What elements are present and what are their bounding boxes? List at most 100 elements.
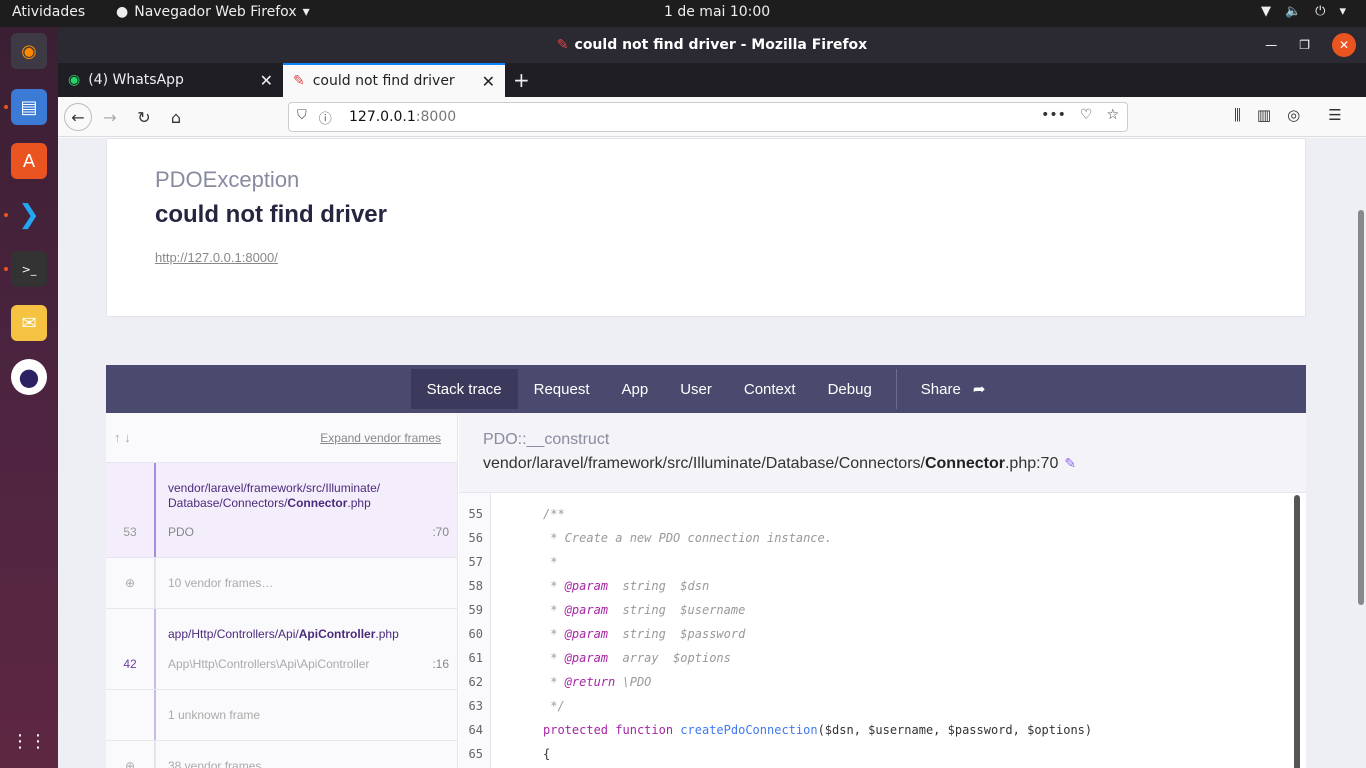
line-number: 63 [468,699,483,713]
maximize-icon[interactable]: ❐ [1299,38,1310,52]
tab-bar: ◉ (4) WhatsApp ✕ ✎ could not find driver… [58,63,1366,97]
activities-button[interactable]: Atividades [12,4,85,20]
running-indicator [4,105,8,109]
arrow-down-icon[interactable]: ↓ [124,430,131,445]
code-text: */ [543,699,565,713]
minimize-icon[interactable]: — [1265,38,1277,52]
tab-stack-trace[interactable]: Stack trace [410,369,518,409]
sidebar-icon[interactable]: ▥ [1257,106,1271,124]
code-line: 61 * @param array $options [459,651,1299,675]
code-text: * @param string $dsn [543,579,710,593]
tab-context[interactable]: Context [728,369,812,409]
text-editor-dock-icon[interactable]: ✉ [11,305,47,341]
power-icon: ⏻ [1315,4,1326,19]
doc-text: array $options [608,651,731,665]
page-content: PDOException could not find driver http:… [58,138,1366,768]
frame-detail: PDO::__construct vendor/laravel/framewor… [459,413,1306,768]
unknown-frame-label: 1 unknown frame [168,708,261,722]
vendor-frames-group[interactable]: ⊕ 38 vendor frames… [106,741,457,768]
doc-tag: @param [564,579,609,593]
frame-line: :16 [432,657,449,671]
tab-request[interactable]: Request [518,369,606,409]
vscode-dock-icon[interactable]: ❯ [11,197,47,233]
dock: ◉ ▤ A ❯ >_ ✉ ● ⋮⋮ [0,27,58,768]
unknown-frame-group[interactable]: 1 unknown frame [106,690,457,741]
frame-navigation: ↑ ↓ [114,430,131,445]
code-scrollbar[interactable] [1294,495,1300,768]
tab-label: could not find driver [312,73,455,89]
bookmark-star-icon[interactable]: ☆ [1106,107,1119,123]
tab-user[interactable]: User [664,369,728,409]
back-arrow-icon[interactable]: ← [64,103,92,131]
stack-trace-card: Stack trace Request App User Context Deb… [106,365,1306,768]
frame-item[interactable]: app/Http/Controllers/Api/ApiController.p… [106,609,457,690]
exception-url-link[interactable]: http://127.0.0.1:8000/ [155,250,278,265]
shield-icon[interactable]: ⛉ [297,108,307,127]
tab-could-not-find-driver[interactable]: ✎ could not find driver ✕ [283,63,505,97]
account-icon[interactable]: ◎ [1287,106,1300,124]
page-actions-icon[interactable]: ••• [1041,107,1066,123]
code-text: * @param array $options [543,651,731,665]
code-line: 63 */ [459,699,1299,723]
tab-app[interactable]: App [606,369,665,409]
page-scrollbar[interactable] [1358,210,1364,605]
frame-path: app/Http/Controllers/Api/ApiController.p… [168,627,441,642]
tab-debug[interactable]: Debug [812,369,888,409]
code-text: { [543,747,551,761]
home-icon[interactable]: ⌂ [162,103,190,131]
clock[interactable]: 1 de mai 10:00 [664,4,770,20]
frame-number: 53 [123,525,137,539]
info-icon[interactable]: ⓘ [319,108,332,127]
doc-tag: @param [564,651,609,665]
vendor-frames-group[interactable]: ⊕ 10 vendor frames… [106,558,457,609]
library-icon[interactable]: ⫼ [1234,106,1241,124]
firefox-dock-icon[interactable]: ◉ [11,33,47,69]
doc-text: string $username [608,603,746,617]
line-number: 65 [468,747,483,761]
arrow-up-icon[interactable]: ↑ [114,430,121,445]
frame-rail [154,463,156,557]
window-titlebar[interactable]: ✎ could not find driver - Mozilla Firefo… [58,27,1366,63]
frame-file: ApiController [298,627,376,641]
new-tab-icon[interactable]: + [513,68,530,92]
frame-ext: .php [375,627,399,641]
code-text: * @param string $password [543,627,746,641]
frame-rail [154,741,156,768]
system-tray[interactable]: ▼ 🔈 ⏻ ▾ [1261,4,1346,19]
frame-path-prefix: app/Http/Controllers/Api/ [168,627,299,641]
code-line: 60 * @param string $password [459,627,1299,651]
terminal-dock-icon[interactable]: >_ [11,251,47,287]
function-name: createPdoConnection [680,723,818,737]
frame-ext: .php [347,496,371,510]
close-window-button[interactable]: ✕ [1332,33,1356,57]
pocket-icon[interactable]: ♡ [1080,107,1093,123]
code-line: 55 /** [459,507,1299,531]
url-bar[interactable]: ⛉ ⓘ 127.0.0.1:8000 ••• ♡ ☆ [288,102,1128,132]
show-apps-grid-icon[interactable]: ⋮⋮ [11,723,47,759]
tab-whatsapp[interactable]: ◉ (4) WhatsApp ✕ [58,63,283,97]
reload-icon[interactable]: ↻ [130,103,158,131]
code-text: * @return \PDO [543,675,652,689]
frame-item-selected[interactable]: vendor/laravel/framework/src/Illuminate/… [106,463,457,558]
firefox-window: ✎ could not find driver - Mozilla Firefo… [58,27,1366,768]
eclipse-dock-icon[interactable]: ● [11,359,47,395]
forward-arrow-icon[interactable]: → [96,103,124,131]
exception-class: PDOException [155,167,300,192]
file-path-prefix: vendor/laravel/framework/src/Illuminate/… [483,455,925,472]
frames-list: ↑ ↓ Expand vendor frames vendor/laravel/… [106,413,458,768]
section-tabs: Stack trace Request App User Context Deb… [106,365,1306,413]
pencil-edit-icon[interactable]: ✎ [1064,455,1076,471]
system-top-bar: Atividades ● Navegador Web Firefox ▾ 1 d… [0,0,1366,27]
close-tab-icon[interactable]: ✕ [260,71,273,90]
keyword: function [615,723,674,737]
share-button[interactable]: Share ➦ [905,369,1002,409]
line-number: 64 [468,723,483,737]
app-menu[interactable]: ● Navegador Web Firefox ▾ [116,4,310,20]
software-center-dock-icon[interactable]: A [11,143,47,179]
doc-text: string $dsn [608,579,710,593]
files-dock-icon[interactable]: ▤ [11,89,47,125]
expand-vendor-frames-link[interactable]: Expand vendor frames [320,431,441,445]
pencil-favicon-icon: ✎ [556,37,569,53]
menu-icon[interactable]: ☰ [1328,106,1341,124]
close-tab-icon[interactable]: ✕ [482,72,495,91]
